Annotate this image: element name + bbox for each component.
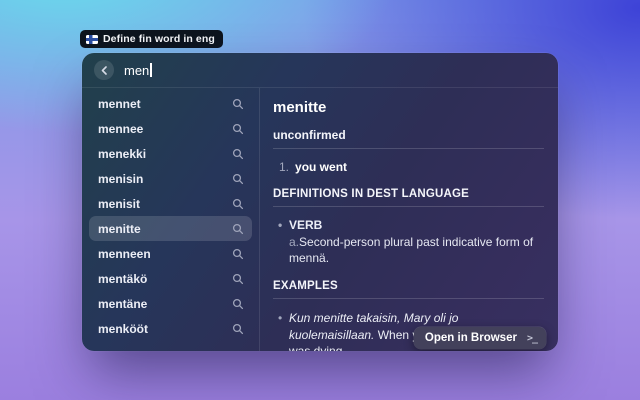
open-in-browser-label: Open in Browser bbox=[425, 332, 517, 344]
list-item-label: menisit bbox=[98, 197, 140, 211]
search-icon bbox=[232, 98, 244, 110]
list-item-label: mennee bbox=[98, 122, 143, 136]
definitions-header: DEFINITIONS IN DEST LANGUAGE bbox=[273, 188, 544, 200]
word-title: menitte bbox=[273, 99, 544, 116]
finnish-flag-icon bbox=[86, 35, 98, 44]
search-icon bbox=[232, 123, 244, 135]
status-label: unconfirmed bbox=[273, 128, 544, 142]
search-icon bbox=[232, 173, 244, 185]
definition-sense: a.Second-person plural past indicative f… bbox=[273, 234, 544, 266]
list-item[interactable]: mennet bbox=[89, 91, 252, 116]
search-icon bbox=[232, 248, 244, 260]
launcher-window: men mennet mennee bbox=[82, 53, 558, 351]
back-button[interactable] bbox=[94, 60, 114, 80]
terminal-prompt-icon: >_ bbox=[527, 333, 537, 344]
search-icon bbox=[232, 298, 244, 310]
list-item[interactable]: menitte bbox=[89, 216, 252, 241]
detail-panel: menitte unconfirmed 1. you went DEFINITIO… bbox=[259, 88, 558, 351]
list-item[interactable]: menkööt bbox=[89, 316, 252, 341]
list-item-label: mentäkö bbox=[98, 272, 147, 286]
divider bbox=[273, 206, 544, 207]
command-tag-label: Define fin word in eng bbox=[103, 33, 215, 45]
divider bbox=[273, 148, 544, 149]
search-icon bbox=[232, 198, 244, 210]
translation-text: you went bbox=[295, 160, 347, 174]
window-content: mennet mennee menekki bbox=[82, 88, 558, 351]
open-in-browser-button[interactable]: Open in Browser >_ bbox=[414, 327, 546, 349]
list-item-label: menneen bbox=[98, 247, 151, 261]
examples-header: EXAMPLES bbox=[273, 280, 544, 292]
search-bar[interactable]: men bbox=[82, 53, 558, 88]
search-icon bbox=[232, 273, 244, 285]
list-item-label: menekki bbox=[98, 147, 146, 161]
search-icon bbox=[232, 323, 244, 335]
list-item[interactable]: menisin bbox=[89, 166, 252, 191]
list-item[interactable]: mennee bbox=[89, 116, 252, 141]
sense-letter: a. bbox=[289, 235, 299, 249]
list-item[interactable]: menisit bbox=[89, 191, 252, 216]
divider bbox=[273, 298, 544, 299]
list-item-label: mentäne bbox=[98, 297, 147, 311]
search-value: men bbox=[124, 63, 149, 78]
list-item-label: menitte bbox=[98, 222, 141, 236]
search-icon bbox=[232, 223, 244, 235]
chevron-left-icon bbox=[100, 66, 109, 75]
list-item[interactable]: menneen bbox=[89, 241, 252, 266]
translation-item: 1. you went bbox=[273, 160, 544, 174]
suggestion-list: mennet mennee menekki bbox=[82, 88, 259, 351]
list-item[interactable]: mentäne bbox=[89, 291, 252, 316]
list-item[interactable]: mentäkö bbox=[89, 266, 252, 291]
command-tag: Define fin word in eng bbox=[80, 30, 223, 48]
text-caret bbox=[150, 63, 152, 77]
translation-number: 1. bbox=[279, 160, 289, 174]
search-input[interactable]: men bbox=[124, 63, 152, 78]
list-item[interactable]: menekki bbox=[89, 141, 252, 166]
part-of-speech: VERB bbox=[273, 218, 544, 232]
list-item-label: menkööt bbox=[98, 322, 148, 336]
search-icon bbox=[232, 148, 244, 160]
list-item-label: menisin bbox=[98, 172, 143, 186]
sense-text: Second-person plural past indicative for… bbox=[289, 235, 533, 265]
list-item-label: mennet bbox=[98, 97, 141, 111]
